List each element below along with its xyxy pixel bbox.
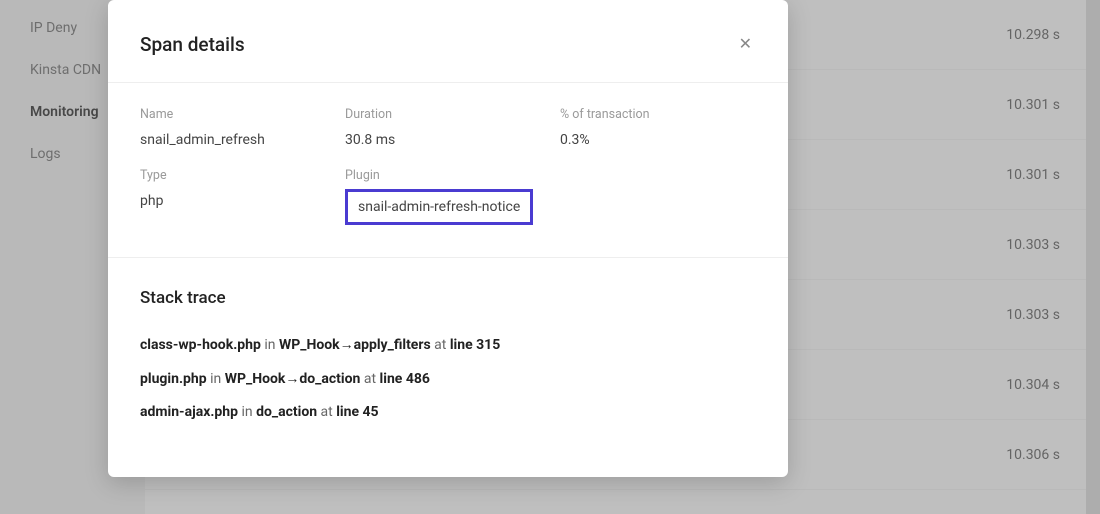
- stack-line: class-wp-hook.php in WP_Hook→apply_filte…: [140, 336, 756, 356]
- field-label: Duration: [345, 107, 560, 122]
- stack-file: plugin.php: [140, 371, 207, 387]
- details-grid: Name snail_admin_refresh Duration 30.8 m…: [108, 83, 788, 258]
- field-plugin: Plugin snail-admin-refresh-notice: [345, 168, 560, 225]
- modal-title: Span details: [140, 33, 245, 56]
- modal-header: Span details ✕: [108, 0, 788, 83]
- stack-line-no: line 315: [450, 337, 500, 353]
- field-type: Type php: [140, 168, 345, 225]
- stack-fn: WP_Hook→do_action: [225, 371, 361, 387]
- stack-line: plugin.php in WP_Hook→do_action at line …: [140, 370, 756, 390]
- close-icon[interactable]: ✕: [735, 32, 756, 56]
- stack-trace-title: Stack trace: [140, 288, 756, 308]
- stack-file: class-wp-hook.php: [140, 337, 261, 353]
- field-value: 0.3%: [560, 132, 756, 148]
- stack-fn: WP_Hook→apply_filters: [279, 337, 431, 353]
- field-label: Type: [140, 168, 345, 183]
- field-duration: Duration 30.8 ms: [345, 107, 560, 148]
- field-label: Plugin: [345, 168, 560, 183]
- field-value: php: [140, 193, 345, 209]
- field-percent: % of transaction 0.3%: [560, 107, 756, 148]
- span-details-modal: Span details ✕ Name snail_admin_refresh …: [108, 0, 788, 477]
- stack-trace-section: Stack trace class-wp-hook.php in WP_Hook…: [108, 258, 788, 477]
- modal-overlay[interactable]: Span details ✕ Name snail_admin_refresh …: [0, 0, 1100, 514]
- stack-file: admin-ajax.php: [140, 404, 238, 420]
- stack-line-no: line 486: [380, 371, 430, 387]
- field-value-highlighted: snail-admin-refresh-notice: [345, 189, 533, 225]
- field-value: snail_admin_refresh: [140, 132, 345, 148]
- stack-line: admin-ajax.php in do_action at line 45: [140, 403, 756, 423]
- field-label: % of transaction: [560, 107, 756, 122]
- field-label: Name: [140, 107, 345, 122]
- stack-line-no: line 45: [336, 404, 378, 420]
- stack-fn: do_action: [256, 404, 317, 420]
- field-value: 30.8 ms: [345, 132, 560, 148]
- field-name: Name snail_admin_refresh: [140, 107, 345, 148]
